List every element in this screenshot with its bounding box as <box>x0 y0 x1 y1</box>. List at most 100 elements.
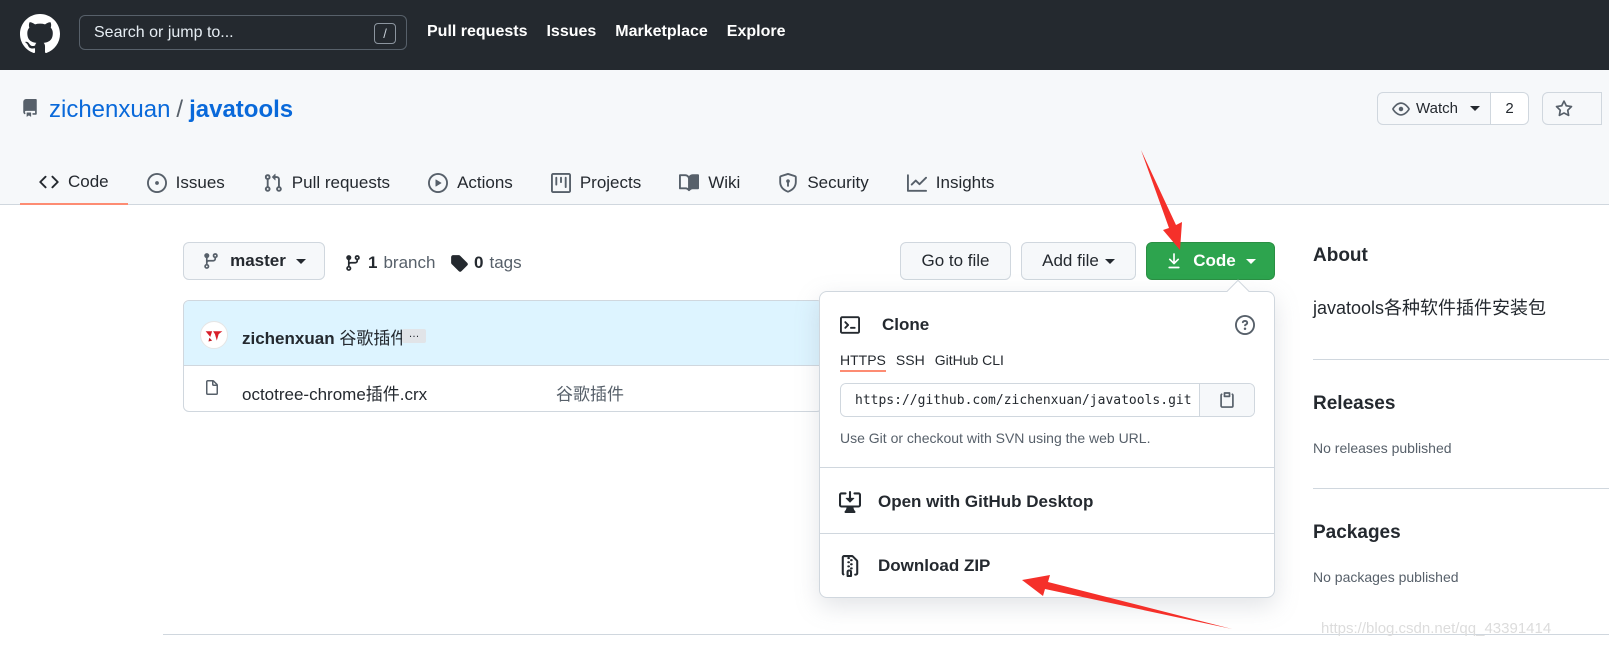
nav-marketplace[interactable]: Marketplace <box>615 23 708 41</box>
code-dropdown-menu: Clone HTTPS SSH GitHub CLI Use Git or ch… <box>819 279 1275 598</box>
code-button[interactable]: Code <box>1146 242 1275 280</box>
chevron-down-icon <box>1104 258 1115 264</box>
watermark: https://blog.csdn.net/qq_43391414 <box>1321 620 1552 637</box>
clone-url-group <box>840 383 1255 417</box>
clone-title: Clone <box>882 315 930 334</box>
book-icon <box>679 173 700 191</box>
repo-owner-link[interactable]: zichenxuan <box>49 96 170 123</box>
commit-expand-button[interactable]: … <box>402 329 426 343</box>
tag-icon <box>451 255 468 272</box>
repo-tabs: Code Issues Pull requests Actions Projec… <box>20 160 1013 205</box>
star-button[interactable] <box>1542 92 1602 125</box>
desktop-download-icon <box>839 491 861 513</box>
file-list: zichenxuan 谷歌插件 … octotree-chrome插件.crx … <box>183 300 823 412</box>
chevron-down-icon <box>1245 258 1256 264</box>
tab-projects[interactable]: Projects <box>532 160 660 205</box>
add-file-label: Add file <box>1042 251 1099 270</box>
tab-actions[interactable]: Actions <box>409 160 532 205</box>
repo-separator: / <box>176 96 184 123</box>
branches-link[interactable]: 1 branch <box>344 253 435 273</box>
repo-header: zichenxuan / javatools Watch 2 Code Issues… <box>0 70 1609 205</box>
releases-title[interactable]: Releases <box>1313 393 1395 415</box>
search-placeholder: Search or jump to... <box>94 24 234 41</box>
commit-summary: zichenxuan 谷歌插件 <box>242 324 407 349</box>
file-zip-icon <box>841 555 859 577</box>
tab-label: Issues <box>175 172 225 192</box>
tab-github-cli[interactable]: GitHub CLI <box>935 352 1004 372</box>
tab-security[interactable]: Security <box>759 160 887 205</box>
tab-pull-requests[interactable]: Pull requests <box>244 160 409 205</box>
file-name-link[interactable]: octotree-chrome插件.crx <box>242 380 427 405</box>
tab-label: Wiki <box>708 172 741 192</box>
pull-request-icon <box>264 173 282 192</box>
open-github-desktop-item[interactable]: Open with GitHub Desktop <box>820 470 1274 534</box>
copy-url-button[interactable] <box>1199 384 1254 416</box>
question-icon[interactable] <box>1235 315 1255 335</box>
tag-count: 0 <box>474 253 484 272</box>
about-title: About <box>1313 245 1368 266</box>
tab-label: Projects <box>579 172 642 192</box>
tab-label: Insights <box>935 172 995 192</box>
tab-label: Actions <box>457 172 513 192</box>
branch-name: master <box>230 251 286 270</box>
download-zip-item[interactable]: Download ZIP <box>820 534 1274 598</box>
global-nav: Pull requests Issues Marketplace Explore <box>427 23 785 41</box>
graph-icon <box>906 173 927 192</box>
global-header: Search or jump to... / Pull requests Iss… <box>0 0 1609 70</box>
commit-message[interactable]: 谷歌插件 <box>339 329 407 348</box>
branch-label: branch <box>383 253 436 272</box>
tab-code[interactable]: Code <box>20 160 128 205</box>
download-zip-label: Download ZIP <box>878 556 991 575</box>
terminal-icon <box>840 316 860 334</box>
branch-select-button[interactable]: master <box>183 242 325 280</box>
tags-link[interactable]: 0 tags <box>450 253 522 273</box>
star-icon <box>1555 100 1573 117</box>
divider <box>820 467 1274 468</box>
github-logo-icon[interactable] <box>20 14 60 54</box>
clone-help-text: Use Git or checkout with SVN using the w… <box>840 430 1151 446</box>
clone-url-input[interactable] <box>841 384 1199 416</box>
releases-text: No releases published <box>1313 440 1452 456</box>
go-to-file-button[interactable]: Go to file <box>900 242 1011 280</box>
tab-label: Pull requests <box>291 172 391 192</box>
tab-ssh[interactable]: SSH <box>896 352 925 372</box>
chevron-down-icon <box>295 258 306 264</box>
table-row: octotree-chrome插件.crx 谷歌插件 <box>184 366 822 411</box>
search-input[interactable]: Search or jump to... / <box>79 15 407 50</box>
file-commit-message[interactable]: 谷歌插件 <box>556 380 624 405</box>
code-label: Code <box>1193 251 1236 270</box>
nav-explore[interactable]: Explore <box>727 23 786 41</box>
watch-button[interactable]: Watch <box>1377 92 1491 125</box>
branch-icon <box>346 255 360 271</box>
divider <box>1313 359 1609 360</box>
repo-name-link[interactable]: javatools <box>189 96 293 123</box>
watch-count[interactable]: 2 <box>1491 92 1529 125</box>
clipboard-icon <box>1220 392 1234 408</box>
avatar[interactable] <box>200 321 228 349</box>
open-github-desktop-label: Open with GitHub Desktop <box>878 492 1094 511</box>
add-file-button[interactable]: Add file <box>1021 242 1136 280</box>
dropdown-caret <box>1226 279 1250 303</box>
commit-author[interactable]: zichenxuan <box>242 329 335 348</box>
eye-icon <box>1392 101 1410 116</box>
project-icon <box>550 172 571 193</box>
search-shortcut-key: / <box>374 23 396 44</box>
divider <box>1313 488 1609 489</box>
file-icon <box>206 380 218 395</box>
watch-group: Watch 2 <box>1377 92 1529 125</box>
tab-insights[interactable]: Insights <box>888 160 1014 205</box>
shield-icon <box>779 172 798 193</box>
packages-title[interactable]: Packages <box>1313 522 1401 544</box>
issue-icon <box>146 172 167 193</box>
play-icon <box>428 172 449 193</box>
clone-protocol-tabs: HTTPS SSH GitHub CLI <box>840 352 1004 372</box>
nav-pull-requests[interactable]: Pull requests <box>427 23 527 41</box>
watch-label: Watch <box>1416 100 1458 117</box>
tab-issues[interactable]: Issues <box>128 160 244 205</box>
tab-wiki[interactable]: Wiki <box>660 160 759 205</box>
branch-count: 1 <box>368 253 378 272</box>
tab-https[interactable]: HTTPS <box>840 352 886 372</box>
nav-issues[interactable]: Issues <box>546 23 596 41</box>
code-icon <box>39 175 59 188</box>
download-icon <box>1168 253 1180 269</box>
